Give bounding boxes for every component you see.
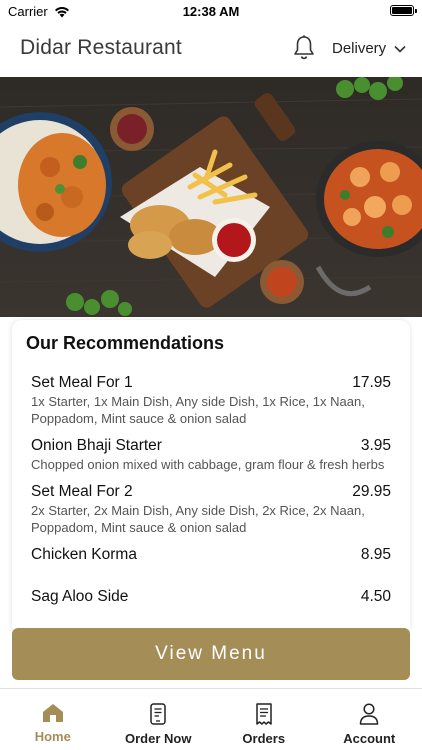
chevron-down-icon [394, 45, 406, 53]
status-bar: Carrier 12:38 AM [0, 0, 422, 22]
recommendations-title: Our Recommendations [26, 333, 225, 353]
clock: 12:38 AM [182, 4, 240, 19]
bell-icon[interactable] [291, 34, 317, 62]
menu-item-name: Set Meal For 2 [31, 483, 133, 500]
view-menu-button[interactable]: View Menu [12, 628, 410, 680]
app-header: Didar Restaurant Delivery [0, 22, 422, 77]
menu-item-name: Sag Aloo Side [31, 588, 129, 605]
menu-item[interactable]: Set Meal For 1 17.95 1x Starter, 1x Main… [31, 374, 391, 427]
delivery-label: Delivery [332, 40, 387, 57]
menu-item-name: Chicken Korma [31, 546, 137, 563]
tab-home-label: Home [34, 729, 71, 744]
menu-item-price: 17.95 [352, 374, 391, 391]
menu-item-price: 3.95 [360, 437, 391, 454]
tab-account[interactable]: Account [317, 689, 422, 750]
delivery-selector[interactable]: Delivery [332, 40, 406, 57]
menu-item-price: 29.95 [352, 483, 391, 500]
menu-item[interactable]: Onion Bhaji Starter 3.95 Chopped onion m… [31, 437, 391, 473]
person-icon [360, 703, 379, 725]
menu-item-price: 8.95 [360, 546, 391, 563]
recommendations-card: Our Recommendations Set Meal For 1 17.95… [12, 320, 410, 635]
tab-order-now[interactable]: Order Now [106, 689, 212, 750]
hero-food-image [0, 77, 422, 317]
menu-item[interactable]: Set Meal For 2 29.95 2x Starter, 2x Main… [31, 483, 391, 536]
menu-item-description: 2x Starter, 2x Main Dish, Any side Dish,… [31, 503, 365, 535]
tab-orders-label: Orders [242, 731, 286, 746]
receipt-icon [256, 703, 272, 725]
tab-order-now-label: Order Now [125, 731, 192, 746]
restaurant-title: Didar Restaurant [20, 36, 182, 59]
menu-item[interactable]: Chicken Korma 8.95 [31, 546, 391, 564]
menu-item-description: 1x Starter, 1x Main Dish, Any side Dish,… [31, 394, 365, 426]
menu-item-name: Set Meal For 1 [31, 374, 133, 391]
home-icon [42, 704, 63, 722]
tab-home[interactable]: Home [0, 689, 106, 750]
menu-item-price: 4.50 [360, 588, 391, 605]
tab-account-label: Account [343, 731, 396, 746]
bottom-tab-bar: Home Order Now Orders Account [0, 688, 422, 750]
recommendations-list: Set Meal For 1 17.95 1x Starter, 1x Main… [31, 374, 391, 616]
phone-order-icon [150, 703, 166, 725]
tab-orders[interactable]: Orders [211, 689, 317, 750]
menu-item-name: Onion Bhaji Starter [31, 437, 162, 454]
menu-item[interactable]: Sag Aloo Side 4.50 [31, 588, 391, 606]
menu-item-description: Chopped onion mixed with cabbage, gram f… [31, 457, 385, 472]
battery-icon [390, 5, 417, 16]
